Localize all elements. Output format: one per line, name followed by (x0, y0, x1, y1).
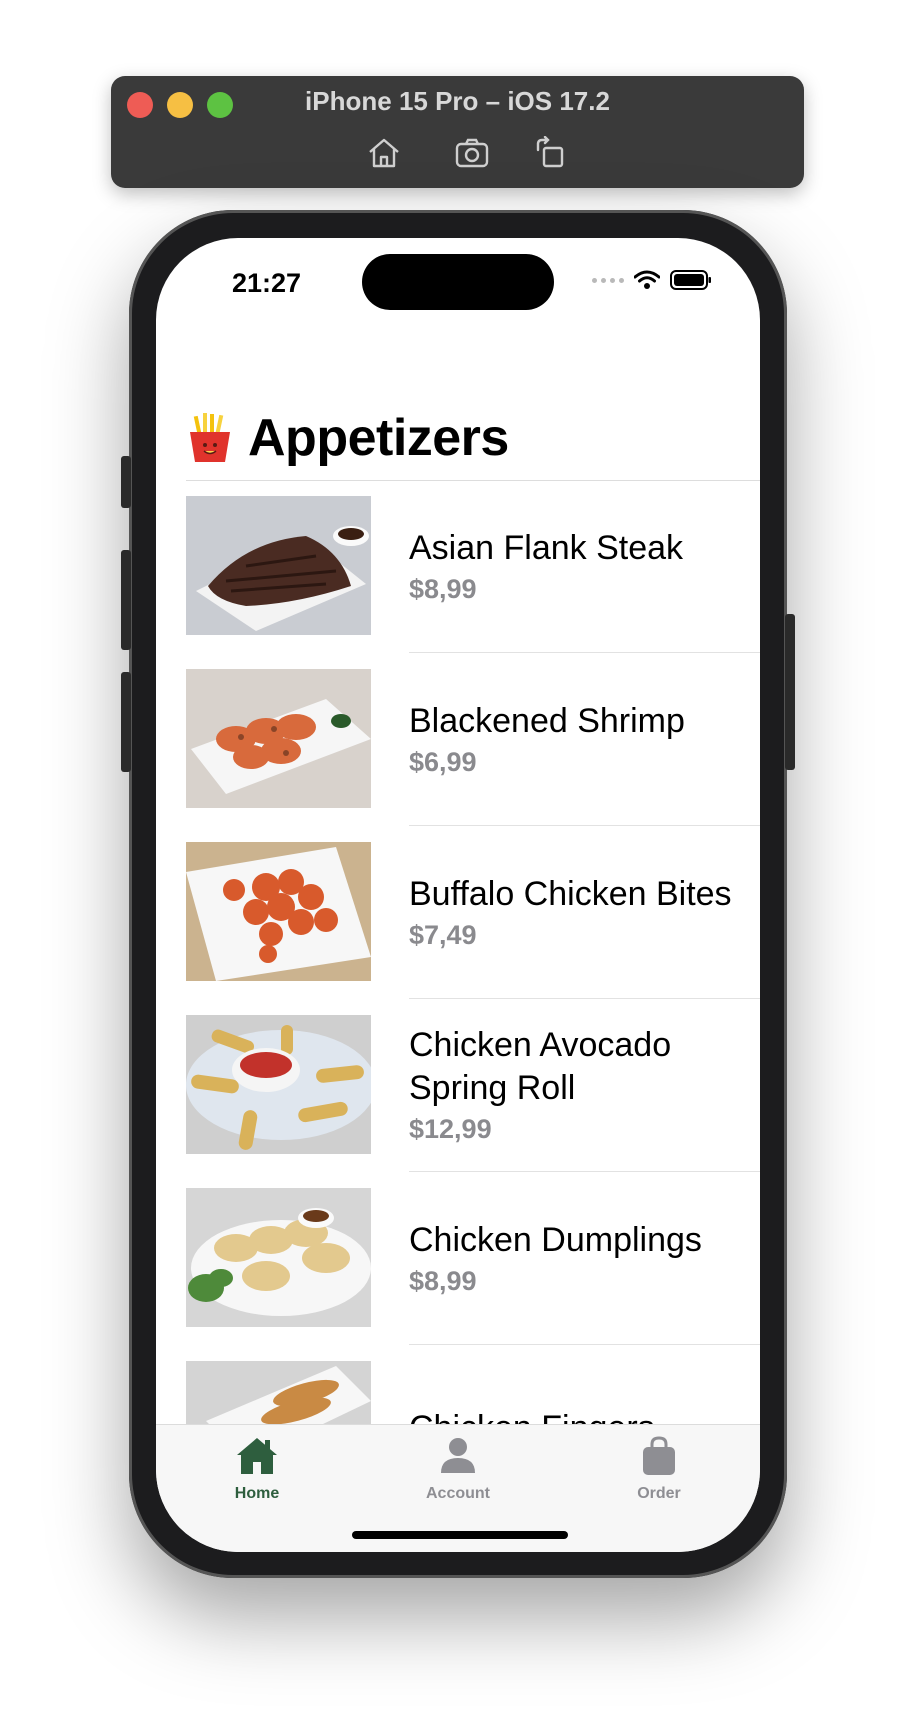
app-screen: 21:27 Appetizers Asian Flank Steak $8,99… (156, 238, 760, 1552)
volume-up-button (121, 550, 131, 650)
status-icons (592, 270, 712, 290)
item-text: Chicken Avocado Spring Roll $12,99 (409, 1015, 750, 1154)
section-header: Appetizers (186, 408, 509, 468)
signal-icon (592, 277, 624, 283)
divider (409, 652, 760, 653)
battery-icon (670, 270, 711, 290)
action-button (121, 456, 131, 508)
divider (409, 1171, 760, 1172)
volume-down-button (121, 672, 131, 772)
screenshot-icon[interactable] (454, 136, 490, 170)
bag-icon (643, 1436, 675, 1475)
item-name: Chicken Dumplings (409, 1220, 702, 1259)
tab-order[interactable]: Order (599, 1435, 719, 1503)
tab-label: Account (426, 1485, 490, 1502)
divider (186, 480, 760, 481)
chicken-bites-image (186, 842, 371, 981)
list-item[interactable]: Blackened Shrimp $6,99 (186, 669, 760, 842)
item-text: Blackened Shrimp $6,99 (409, 669, 750, 808)
home-indicator[interactable] (352, 1531, 568, 1539)
section-title: Appetizers (248, 409, 509, 467)
tab-home[interactable]: Home (197, 1435, 317, 1503)
power-button (785, 614, 795, 770)
item-name: Chicken Avocado Spring Roll (409, 1026, 672, 1107)
item-text: Asian Flank Steak $8,99 (409, 496, 750, 635)
spring-roll-image (186, 1015, 371, 1154)
shrimp-image (186, 669, 371, 808)
tab-account[interactable]: Account (398, 1435, 518, 1503)
item-name: Buffalo Chicken Bites (409, 874, 732, 913)
item-name: Asian Flank Steak (409, 528, 684, 567)
item-price: $12,99 (409, 1114, 492, 1144)
item-price: $8,99 (409, 1265, 477, 1296)
menu-list[interactable]: Asian Flank Steak $8,99 Blackened Shrimp… (186, 496, 760, 1534)
home-icon (237, 1438, 277, 1474)
list-item[interactable]: Chicken Dumplings $8,99 (186, 1188, 760, 1361)
list-item[interactable]: Buffalo Chicken Bites $7,49 (186, 842, 760, 1015)
simulator-title: iPhone 15 Pro – iOS 17.2 (305, 86, 610, 116)
item-price: $7,49 (409, 919, 477, 950)
item-price: $6,99 (409, 746, 477, 777)
list-item[interactable]: Asian Flank Steak $8,99 (186, 496, 760, 669)
tab-label: Home (234, 1485, 280, 1502)
wifi-icon (634, 270, 660, 289)
person-icon (441, 1438, 475, 1473)
steak-image (186, 496, 371, 635)
divider (409, 998, 760, 999)
tab-label: Order (637, 1485, 681, 1502)
divider (409, 825, 760, 826)
list-item[interactable]: Chicken Avocado Spring Roll $12,99 (186, 1015, 760, 1188)
item-text: Chicken Dumplings $8,99 (409, 1188, 750, 1327)
item-name: Blackened Shrimp (409, 701, 685, 740)
rotate-icon[interactable] (534, 135, 570, 170)
home-icon[interactable] (366, 136, 402, 170)
fries-icon (190, 413, 230, 462)
dynamic-island (362, 254, 554, 310)
item-price: $8,99 (409, 573, 477, 604)
dumplings-image (186, 1188, 371, 1327)
divider (409, 1344, 760, 1345)
status-time: 21:27 (232, 268, 302, 298)
item-text: Buffalo Chicken Bites $7,49 (409, 842, 750, 981)
